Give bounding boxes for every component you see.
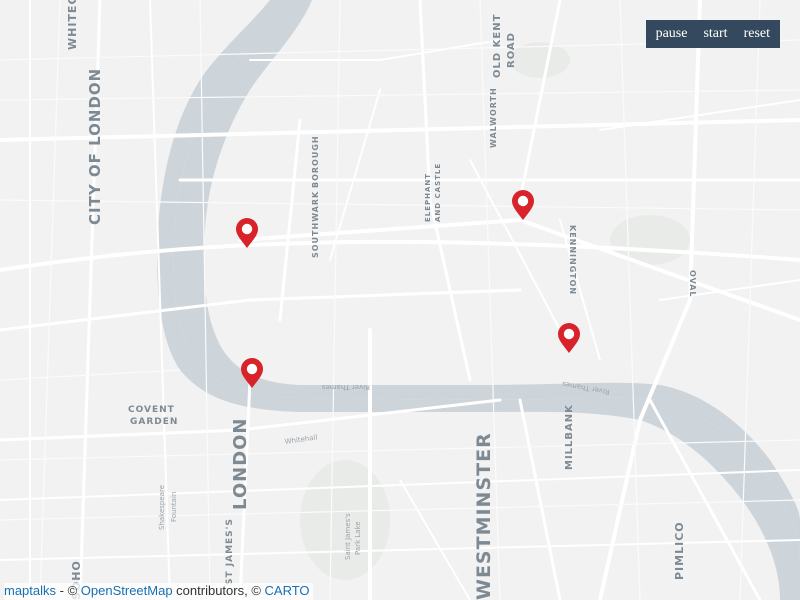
label-borough: BOROUGH bbox=[311, 135, 320, 188]
label-shakespeare-1: Shakespeare bbox=[158, 485, 166, 530]
pause-button[interactable]: pause bbox=[648, 20, 696, 48]
label-kennington: KENNINGTON bbox=[568, 225, 577, 295]
label-oval: OVAL bbox=[688, 270, 697, 298]
map-canvas[interactable]: CITY OF LONDON LONDON WESTMINSTER COVENT… bbox=[0, 0, 800, 600]
label-old-kent-2: ROAD bbox=[506, 32, 517, 68]
label-london: LONDON bbox=[230, 417, 251, 510]
openstreetmap-link[interactable]: OpenStreetMap bbox=[81, 583, 173, 598]
label-st-james-park-1: Saint James's bbox=[344, 513, 352, 560]
label-southwark: SOUTHWARK bbox=[311, 191, 320, 258]
label-covent-1: COVENT bbox=[128, 405, 175, 415]
label-covent-2: GARDEN bbox=[130, 417, 178, 427]
label-walworth: WALWORTH bbox=[489, 87, 498, 148]
label-st-james-area: ST JAMES'S bbox=[225, 518, 235, 585]
attribution-separator-2: contributors, © bbox=[172, 583, 265, 598]
maptalks-link[interactable]: maptalks bbox=[4, 583, 56, 598]
label-elephant-2: AND CASTLE bbox=[434, 163, 442, 222]
label-elephant-1: ELEPHANT bbox=[424, 173, 432, 222]
label-whitechapel: WHITECHAPEL bbox=[66, 0, 79, 50]
reset-button[interactable]: reset bbox=[736, 20, 778, 48]
label-shakespeare-2: Fountain bbox=[170, 492, 178, 522]
label-city-of-london: CITY OF LONDON bbox=[86, 68, 104, 225]
label-millbank: MILLBANK bbox=[564, 404, 575, 470]
label-st-james-park-2: Park Lake bbox=[354, 521, 362, 555]
label-westminster: WESTMINSTER bbox=[473, 432, 495, 600]
start-button[interactable]: start bbox=[695, 20, 735, 48]
animation-toolbar: pause start reset bbox=[645, 20, 780, 48]
label-pimlico: PIMLICO bbox=[673, 521, 686, 580]
carto-link[interactable]: CARTO bbox=[265, 583, 310, 598]
label-old-kent-1: OLD KENT bbox=[492, 14, 503, 78]
attribution-separator-1: - © bbox=[56, 583, 81, 598]
map-attribution: maptalks - © OpenStreetMap contributors,… bbox=[4, 583, 313, 600]
label-river-thames-1: River Thames bbox=[322, 383, 370, 391]
